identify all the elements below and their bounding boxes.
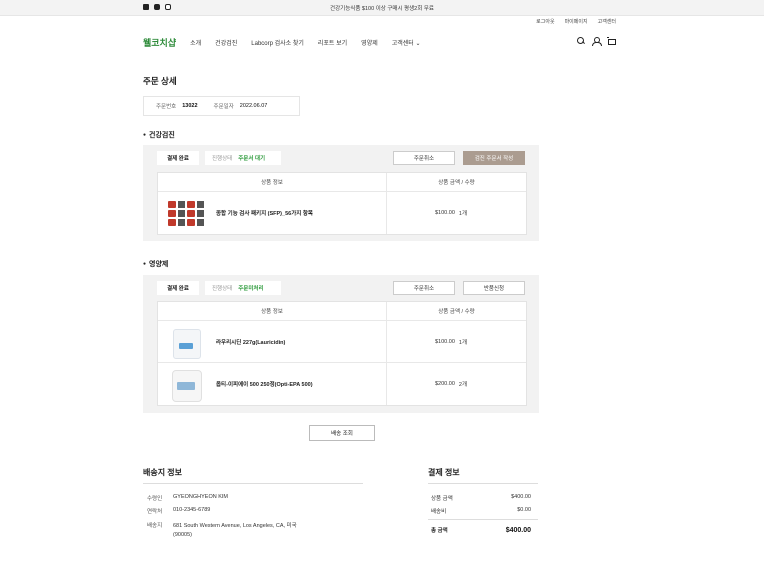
cart-icon[interactable] xyxy=(607,37,616,45)
subtotal-value: $400.00 xyxy=(511,494,531,500)
cancel-order-button[interactable]: 주문취소 xyxy=(393,151,455,165)
subtotal-row: 상품 금액 $400.00 xyxy=(431,494,531,502)
product-price: $100.00 xyxy=(435,210,455,216)
contact-row: 연락처 010-2345-6789 xyxy=(147,507,211,515)
section-title-checkup: 건강검진 xyxy=(143,130,175,140)
status-badge: 결제 완료 xyxy=(157,281,199,295)
table-row: 라우리시딘 227g(Lauricidin) $100.00 1개 xyxy=(158,321,526,363)
user-icon[interactable] xyxy=(592,37,602,46)
nav-support[interactable]: 고객센터 ⌄ xyxy=(392,38,421,47)
nav-supplements[interactable]: 영양제 xyxy=(361,38,378,47)
order-items-table: 상품 정보 상품 금액 / 수량 라우리시딘 227g(Lauricidin) … xyxy=(157,301,527,406)
column-header-product: 상품 정보 xyxy=(158,173,387,191)
total-value: $400.00 xyxy=(505,526,531,534)
recipient-name: GYEONGHYEON KIM xyxy=(173,494,229,500)
shipping-zip: (90005) xyxy=(173,532,192,538)
product-image-opti-epa[interactable] xyxy=(166,367,206,402)
order-items-table: 상품 정보 상품 금액 / 수량 종합 기능 검사 패키지 (SFP)_56가지… xyxy=(157,172,527,235)
shipping-fee-value: $0.00 xyxy=(517,507,531,513)
shipping-fee-row: 배송비 $0.00 xyxy=(431,507,531,515)
table-row: 종합 기능 검사 패키지 (SFP)_56가지 항목 $100.00 1개 xyxy=(158,192,526,234)
order-number: 13022 xyxy=(182,103,198,109)
shipping-lookup-button[interactable]: 배송 조회 xyxy=(309,425,375,441)
product-name[interactable]: 종합 기능 검사 패키지 (SFP)_56가지 항목 xyxy=(216,209,313,217)
divider xyxy=(428,519,538,520)
top-notice-bar: 건강기능식품 $100 이상 구매시 평생2회 무료 xyxy=(0,0,764,16)
product-name[interactable]: 옵티-이피에이 500 250정(Opti-EPA 500) xyxy=(216,380,313,388)
product-image-lauricidin[interactable] xyxy=(166,325,206,359)
shipping-info-title: 배송지 정보 xyxy=(143,468,183,477)
product-name[interactable]: 라우리시딘 227g(Lauricidin) xyxy=(216,338,285,346)
product-qty: 2개 xyxy=(458,382,468,388)
write-checkup-form-button[interactable]: 검진 주문서 작성 xyxy=(463,151,525,165)
utility-links: 로그아웃 마이페이지 고객센터 xyxy=(536,18,616,25)
shipping-address: 681 South Western Avenue, Los Angeles, C… xyxy=(173,523,297,529)
progress-status: 진행상태 주문미처리 xyxy=(205,281,281,295)
promo-notice: 건강기능식품 $100 이상 구매시 평생2회 무료 xyxy=(330,6,434,12)
column-header-price: 상품 금액 / 수량 xyxy=(438,309,475,315)
site-logo[interactable]: 웰코치샵 xyxy=(143,36,176,49)
nav-about[interactable]: 소개 xyxy=(190,38,201,47)
product-qty: 1개 xyxy=(458,211,468,217)
progress-status: 진행상태 주문서 대기 xyxy=(205,151,281,165)
main-nav: 웰코치샵 소개 건강검진 Labcorp 검사소 찾기 리포트 보기 영양제 고… xyxy=(143,34,617,50)
order-meta: 주문번호 13022 주문일자 2022.06.07 xyxy=(143,96,300,116)
order-date: 2022.06.07 xyxy=(239,103,268,109)
table-row: 옵티-이피에이 500 250정(Opti-EPA 500) $200.00 2… xyxy=(158,363,526,405)
column-header-product: 상품 정보 xyxy=(158,302,387,320)
total-row: 총 금액 $400.00 xyxy=(431,526,531,535)
page-title: 주문 상세 xyxy=(143,76,177,86)
divider xyxy=(143,483,363,484)
order-panel-checkup: 결제 완료 진행상태 주문서 대기 주문취소 검진 주문서 작성 상품 정보 상… xyxy=(143,145,539,241)
nav-health-checkup[interactable]: 건강검진 xyxy=(215,38,237,47)
recipient-row: 수령인 GYEONGHYEON KIM xyxy=(147,494,229,502)
column-header-price: 상품 금액 / 수량 xyxy=(438,180,475,186)
section-title-supplements: 영양제 xyxy=(143,259,168,269)
product-qty: 1개 xyxy=(458,339,468,346)
search-icon[interactable] xyxy=(577,37,585,45)
order-date-label: 주문일자 xyxy=(213,104,234,110)
progress-value: 주문서 대기 xyxy=(238,156,266,162)
status-badge: 결제 완료 xyxy=(157,151,199,165)
logout-link[interactable]: 로그아웃 xyxy=(536,18,554,25)
customer-center-link[interactable]: 고객센터 xyxy=(598,18,616,25)
return-request-button[interactable]: 반품신청 xyxy=(463,281,525,295)
product-image-test-kit[interactable] xyxy=(166,196,206,230)
address-row: 배송지 681 South Western Avenue, Los Angele… xyxy=(147,523,297,538)
nav-labcorp[interactable]: Labcorp 검사소 찾기 xyxy=(251,38,304,47)
cancel-order-button[interactable]: 주문취소 xyxy=(393,281,455,295)
contact-phone: 010-2345-6789 xyxy=(173,507,211,513)
order-number-label: 주문번호 xyxy=(156,104,177,110)
payment-info-title: 결제 정보 xyxy=(428,468,460,477)
product-price: $100.00 xyxy=(435,338,455,345)
order-panel-supplements: 결제 완료 진행상태 주문미처리 주문취소 반품신청 상품 정보 상품 금액 /… xyxy=(143,275,539,413)
product-price: $200.00 xyxy=(435,381,455,387)
mypage-link[interactable]: 마이페이지 xyxy=(565,18,588,25)
divider xyxy=(428,483,538,484)
progress-value: 주문미처리 xyxy=(238,286,264,292)
nav-report[interactable]: 리포트 보기 xyxy=(318,38,347,47)
